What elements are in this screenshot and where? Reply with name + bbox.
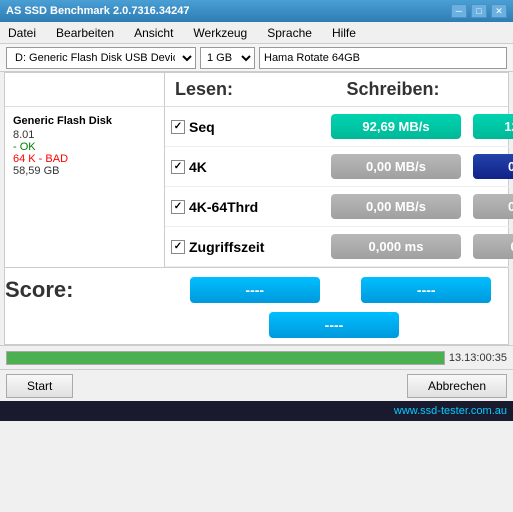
- drive-select[interactable]: D: Generic Flash Disk USB Device: [6, 47, 196, 69]
- menu-item-ansicht[interactable]: Ansicht: [130, 25, 177, 41]
- read-header: Lesen:: [165, 73, 337, 106]
- 4k-label: ✓ 4K: [165, 159, 325, 175]
- score-read-cell: ----: [173, 274, 337, 306]
- close-button[interactable]: ✕: [491, 4, 507, 18]
- progress-time: 13.13:00:35: [449, 352, 507, 364]
- seq-checkbox[interactable]: ✓: [171, 120, 185, 134]
- progress-bar-fill: [7, 352, 444, 364]
- 4k64-read-cell: 0,00 MB/s: [325, 191, 467, 222]
- 4k-read-cell: 0,00 MB/s: [325, 151, 467, 182]
- score-total-value: ----: [269, 312, 399, 338]
- access-write-value: 0,000 ms: [473, 234, 513, 259]
- app-title: AS SSD Benchmark 2.0.7316.34247: [6, 5, 189, 17]
- menu-item-datei[interactable]: Datei: [4, 25, 40, 41]
- score-label: Score:: [5, 277, 165, 303]
- size-select[interactable]: 1 GB: [200, 47, 255, 69]
- window-controls: ─ □ ✕: [451, 4, 507, 18]
- seq-read-value: 92,69 MB/s: [331, 114, 461, 139]
- progress-bar-container: [6, 351, 445, 365]
- access-read-value: 0,000 ms: [331, 234, 461, 259]
- bench-row-seq: ✓ Seq 92,69 MB/s 12,69 MB/s: [165, 107, 513, 147]
- bench-rows: ✓ Seq 92,69 MB/s 12,69 MB/s ✓ 4K 0,00 MB…: [165, 107, 513, 267]
- 4k-write-value: 0,00 MB/s: [473, 154, 513, 179]
- score-write-cell: ----: [345, 274, 509, 306]
- access-label: ✓ Zugriffszeit: [165, 239, 325, 255]
- title-bar: AS SSD Benchmark 2.0.7316.34247 ─ □ ✕: [0, 0, 513, 22]
- menu-item-sprache[interactable]: Sprache: [263, 25, 316, 41]
- info-panel: Generic Flash Disk 8.01 - OK 64 K - BAD …: [5, 107, 165, 267]
- access-read-cell: 0,000 ms: [325, 231, 467, 262]
- seq-label: ✓ Seq: [165, 119, 325, 135]
- 4k64-write-value: 0,00 MB/s: [473, 194, 513, 219]
- status-ok: - OK: [13, 141, 156, 153]
- 4k64-read-value: 0,00 MB/s: [331, 194, 461, 219]
- seq-write-cell: 12,69 MB/s: [467, 111, 513, 142]
- 4k64-checkbox[interactable]: ✓: [171, 200, 185, 214]
- access-write-cell: 0,000 ms: [467, 231, 513, 262]
- 4k-write-cell: 0,00 MB/s: [467, 151, 513, 182]
- 4k64-write-cell: 0,00 MB/s: [467, 191, 513, 222]
- minimize-button[interactable]: ─: [451, 4, 467, 18]
- score-section: Score: ---- ---- ----: [5, 267, 508, 344]
- seq-read-cell: 92,69 MB/s: [325, 111, 467, 142]
- 4k-checkbox[interactable]: ✓: [171, 160, 185, 174]
- menu-item-werkzeug[interactable]: Werkzeug: [189, 25, 251, 41]
- access-checkbox[interactable]: ✓: [171, 240, 185, 254]
- disk-size: 58,59 GB: [13, 165, 156, 177]
- disk-name-input[interactable]: [259, 47, 507, 69]
- write-header: Schreiben:: [337, 73, 509, 106]
- disk-title: Generic Flash Disk: [13, 115, 156, 127]
- score-write-value: ----: [361, 277, 491, 303]
- 4k64-label: ✓ 4K-64Thrd: [165, 199, 325, 215]
- bench-row-4k: ✓ 4K 0,00 MB/s 0,00 MB/s: [165, 147, 513, 187]
- seq-write-value: 12,69 MB/s: [473, 114, 513, 139]
- start-button[interactable]: Start: [6, 374, 73, 398]
- bench-row-4k64: ✓ 4K-64Thrd 0,00 MB/s 0,00 MB/s: [165, 187, 513, 227]
- 4k-read-value: 0,00 MB/s: [331, 154, 461, 179]
- score-read-value: ----: [190, 277, 320, 303]
- watermark: www.ssd-tester.com.au: [0, 401, 513, 421]
- menu-bar: Datei Bearbeiten Ansicht Werkzeug Sprache Hil…: [0, 22, 513, 44]
- bench-header: Lesen: Schreiben:: [5, 73, 508, 107]
- watermark-text: www.ssd-tester.com.au: [394, 405, 507, 417]
- menu-item-hilfe[interactable]: Hilfe: [328, 25, 360, 41]
- status-bad: 64 K - BAD: [13, 153, 156, 165]
- bottom-bar: Start Abbrechen: [0, 369, 513, 401]
- score-total-row: ----: [160, 312, 508, 338]
- cancel-button[interactable]: Abbrechen: [407, 374, 507, 398]
- bench-row-access: ✓ Zugriffszeit 0,000 ms 0,000 ms: [165, 227, 513, 267]
- toolbar: D: Generic Flash Disk USB Device 1 GB: [0, 44, 513, 72]
- menu-item-bearbeiten[interactable]: Bearbeiten: [52, 25, 118, 41]
- disk-value: 8.01: [13, 129, 156, 141]
- progress-area: 13.13:00:35: [0, 345, 513, 369]
- maximize-button[interactable]: □: [471, 4, 487, 18]
- score-row: Score: ---- ----: [5, 274, 508, 306]
